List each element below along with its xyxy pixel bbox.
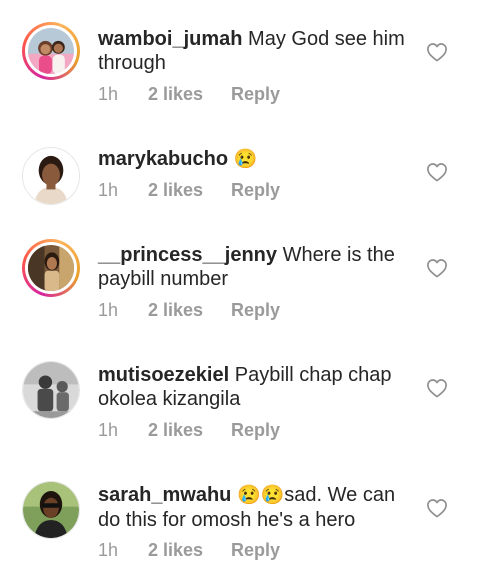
comment-text: wamboi_jumah May God see him through [98,27,416,75]
comment-time: 1h [98,540,119,560]
reply-button[interactable]: Reply [231,300,280,321]
comment-text: mutisoezekiel Paybill chap chap okolea k… [98,363,416,411]
likes-count[interactable]: 2 likes [148,540,231,561]
likes-count[interactable]: 2 likes [148,84,231,105]
heart-icon[interactable] [426,42,448,62]
heart-icon[interactable] [426,378,448,398]
reply-button[interactable]: Reply [231,180,280,201]
comment-time: 1h [98,180,119,200]
comment-text: __princess__jenny Where is the paybill n… [98,243,416,291]
likes-count[interactable]: 2 likes [148,180,231,201]
comment-time: 1h [98,84,119,104]
comment-meta: 1h 2 likes Reply [98,84,280,105]
comment-meta: 1h 2 likes Reply [98,420,280,441]
likes-count[interactable]: 2 likes [148,420,231,441]
comment-time: 1h [98,420,119,440]
crying-face-emoji: 😢😢 [236,485,285,506]
avatar[interactable] [22,481,80,539]
heart-icon[interactable] [426,162,448,182]
avatar[interactable] [22,361,80,419]
comment-text: marykabucho 😢 [98,147,416,172]
crying-face-emoji: 😢 [233,149,258,170]
comment-username[interactable]: __princess__jenny [98,244,277,266]
avatar-photo [23,362,79,418]
likes-count[interactable]: 2 likes [148,300,231,321]
comment-username[interactable]: sarah_mwahu [98,484,231,506]
avatar-photo [23,482,79,538]
comment-time: 1h [98,300,119,320]
comment-text: sarah_mwahu 😢😢sad. We can do this for om… [98,483,416,532]
avatar-photo [28,28,74,74]
avatar-photo [23,148,79,204]
avatar-photo [28,245,74,291]
comment-meta: 1h 2 likes Reply [98,540,280,561]
comment-username[interactable]: marykabucho [98,148,228,170]
comment-meta: 1h 2 likes Reply [98,300,280,321]
avatar[interactable] [22,147,80,205]
avatar[interactable] [22,239,80,297]
reply-button[interactable]: Reply [231,420,280,441]
avatar[interactable] [22,22,80,80]
reply-button[interactable]: Reply [231,84,280,105]
comment-username[interactable]: mutisoezekiel [98,364,229,386]
comment-username[interactable]: wamboi_jumah [98,28,242,50]
comment-meta: 1h 2 likes Reply [98,180,280,201]
heart-icon[interactable] [426,498,448,518]
reply-button[interactable]: Reply [231,540,280,561]
heart-icon[interactable] [426,258,448,278]
